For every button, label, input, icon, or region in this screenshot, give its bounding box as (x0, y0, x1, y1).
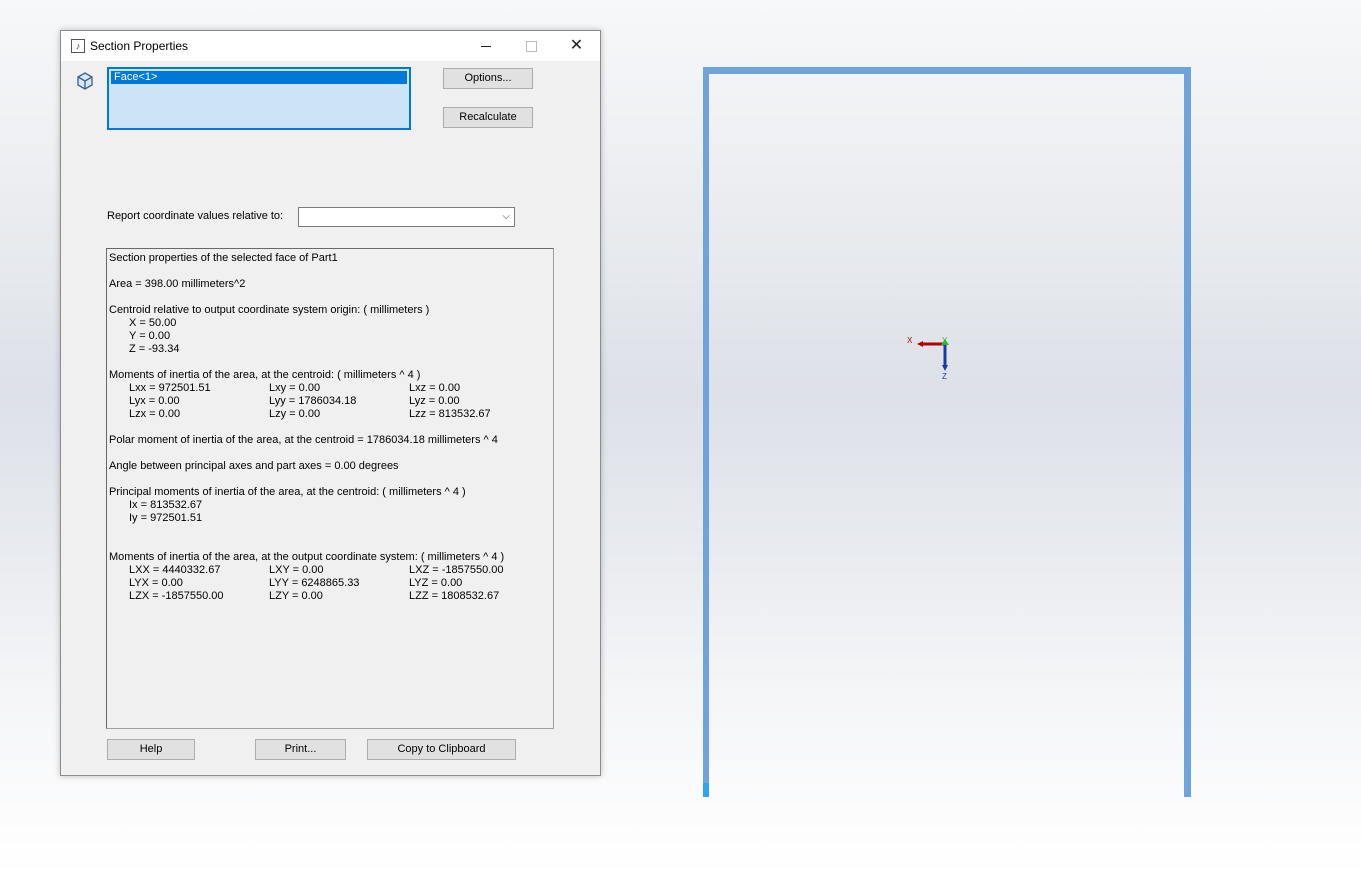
triad-z-label: Z (942, 372, 947, 381)
centroid-z: Z = -93.34 (129, 343, 180, 355)
out-lxx: LXX = 4440332.67 (129, 564, 221, 576)
centroid-y: Y = 0.00 (129, 330, 171, 342)
centroid-heading: Centroid relative to output coordinate s… (109, 304, 430, 316)
moi-lyy: Lyy = 1786034.18 (269, 395, 357, 407)
moi-lyz: Lyz = 0.00 (409, 395, 460, 407)
out-lxz: LXZ = -1857550.00 (409, 564, 504, 576)
out-lyx: LYX = 0.00 (129, 577, 183, 589)
report-coordinates-select[interactable]: ⌵ (298, 207, 515, 227)
report-coordinates-label: Report coordinate values relative to: (107, 210, 284, 222)
moi-lxz: Lxz = 0.00 (409, 382, 461, 394)
out-lyz: LYZ = 0.00 (409, 577, 463, 589)
options-button[interactable]: Options... (443, 68, 533, 89)
triad-axes-icon (917, 339, 949, 371)
moi-centroid-heading: Moments of inertia of the area, at the c… (109, 369, 421, 381)
reference-triad: X Y Z (905, 335, 955, 385)
area-value: Area = 398.00 millimeters^2 (109, 278, 246, 290)
moi-lzz: Lzz = 813532.67 (409, 408, 491, 420)
polar-moment: Polar moment of inertia of the area, at … (109, 434, 498, 446)
close-icon: ✕ (569, 37, 584, 54)
dialog-titlebar[interactable]: ♪ Section Properties ✕ (61, 31, 600, 61)
frame-right-member[interactable] (1184, 67, 1191, 797)
triad-x-label: X (907, 336, 913, 345)
section-properties-dialog: ♪ Section Properties ✕ Face<1> Options..… (60, 30, 601, 776)
selected-face-highlight[interactable] (703, 783, 709, 797)
results-heading: Section properties of the selected face … (109, 252, 338, 264)
out-lyy: LYY = 6248865.33 (269, 577, 360, 589)
centroid-x: X = 50.00 (129, 317, 177, 329)
moi-lzy: Lzy = 0.00 (269, 408, 321, 420)
copy-to-clipboard-button[interactable]: Copy to Clipboard (367, 739, 516, 760)
selection-item-face[interactable]: Face<1> (111, 71, 407, 84)
moi-lyx: Lyx = 0.00 (129, 395, 180, 407)
help-button[interactable]: Help (107, 739, 195, 760)
close-button[interactable]: ✕ (554, 31, 599, 61)
results-text-area[interactable]: Section properties of the selected face … (106, 248, 554, 729)
out-lzz: LZZ = 1808532.67 (409, 590, 500, 602)
principal-ix: Ix = 813532.67 (129, 499, 203, 511)
moi-lxy: Lxy = 0.00 (269, 382, 321, 394)
moi-lzx: Lzx = 0.00 (129, 408, 181, 420)
out-lxy: LXY = 0.00 (269, 564, 324, 576)
moi-lxx: Lxx = 972501.51 (129, 382, 211, 394)
maximize-icon (526, 41, 537, 52)
moi-output-heading: Moments of inertia of the area, at the o… (109, 551, 505, 563)
principal-heading: Principal moments of inertia of the area… (109, 486, 466, 498)
section-properties-icon: ♪ (71, 39, 85, 53)
selection-list[interactable]: Face<1> (107, 67, 411, 130)
recalculate-button[interactable]: Recalculate (443, 107, 533, 128)
minimize-icon (481, 46, 491, 47)
dialog-title: Section Properties (90, 39, 189, 53)
triad-y-label: Y (942, 336, 948, 345)
minimize-button[interactable] (464, 31, 509, 61)
out-lzx: LZX = -1857550.00 (129, 590, 224, 602)
frame-left-member[interactable] (703, 67, 709, 797)
principal-angle: Angle between principal axes and part ax… (109, 460, 399, 472)
frame-top-member[interactable] (703, 67, 1191, 74)
out-lzy: LZY = 0.00 (269, 590, 323, 602)
chevron-down-icon: ⌵ (502, 211, 510, 222)
maximize-button[interactable] (509, 31, 554, 61)
part-cube-icon (75, 71, 95, 91)
principal-iy: Iy = 972501.51 (129, 512, 203, 524)
print-button[interactable]: Print... (255, 739, 346, 760)
